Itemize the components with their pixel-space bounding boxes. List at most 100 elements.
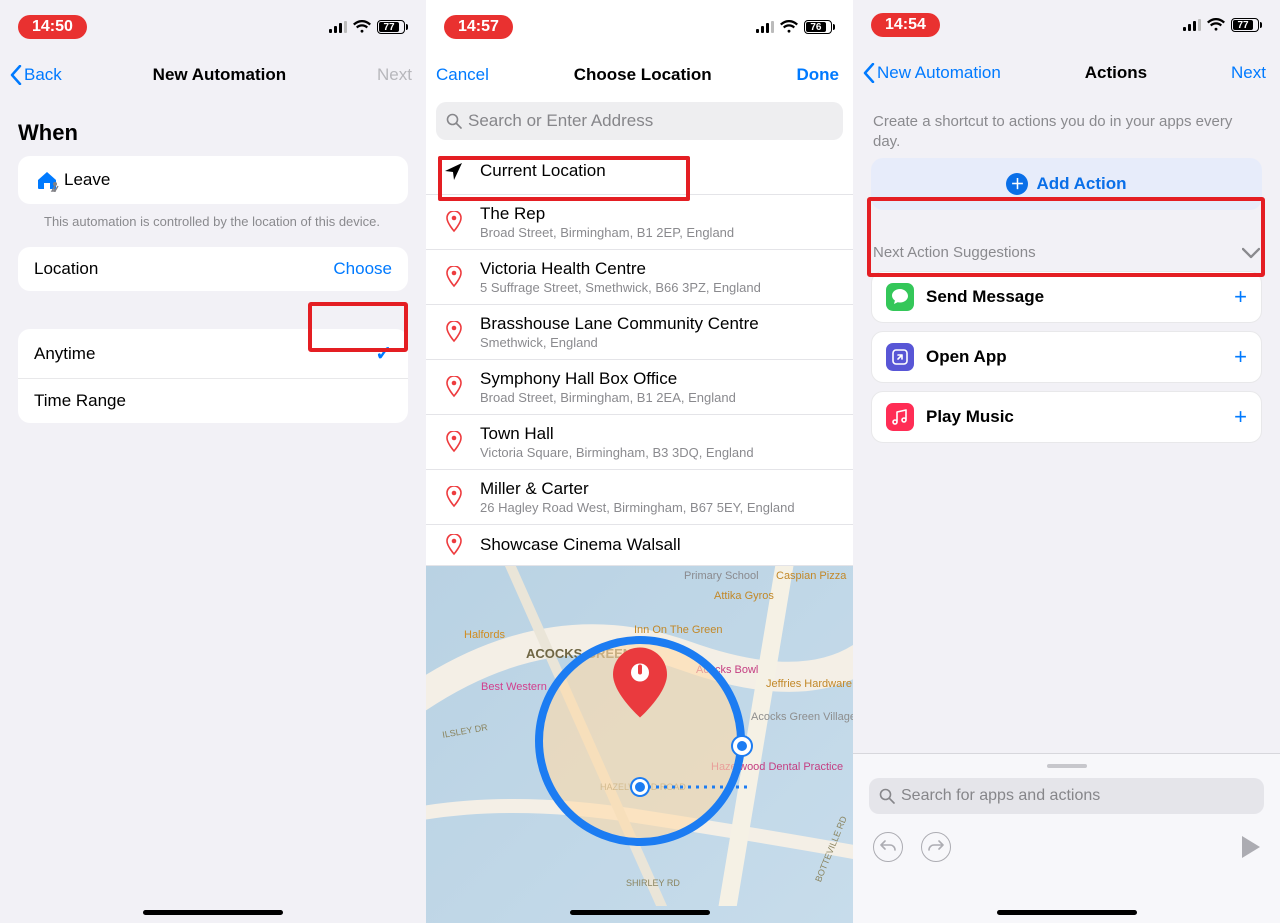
status-right: 77 [329, 20, 408, 34]
wifi-icon [780, 20, 798, 34]
suggestions-header[interactable]: Next Action Suggestions [871, 210, 1262, 271]
undo-button[interactable] [873, 832, 903, 862]
map-poi-bid: Acocks Green Village Bid [751, 711, 853, 723]
map-poi-gyros: Attika Gyros [714, 590, 774, 602]
map-pin-icon [612, 648, 668, 725]
geofence[interactable] [535, 636, 745, 846]
description-text: Create a shortcut to actions you do in y… [871, 94, 1262, 159]
wifi-icon [1207, 18, 1225, 32]
location-row[interactable]: Town Hall Victoria Square, Birmingham, B… [426, 415, 853, 470]
timerange-label: Time Range [34, 391, 392, 411]
add-suggestion-button[interactable]: + [1234, 346, 1247, 368]
add-suggestion-button[interactable]: + [1234, 406, 1247, 428]
anytime-row[interactable]: Anytime ✓ [18, 329, 408, 379]
play-icon [1242, 836, 1260, 858]
suggestion-row[interactable]: Send Message + [871, 271, 1262, 323]
suggestion-row[interactable]: Play Music + [871, 391, 1262, 443]
home-indicator [997, 910, 1137, 915]
add-action-button[interactable]: ＋ Add Action [871, 158, 1262, 210]
navbar: Back New Automation Next [0, 46, 426, 102]
map-poi-primary: Primary School [684, 570, 759, 582]
location-card: Location Choose [18, 247, 408, 291]
choose-button[interactable]: Choose [333, 259, 392, 279]
suggestion-icon [886, 283, 914, 311]
status-right: 76 [756, 20, 835, 34]
location-row[interactable]: Symphony Hall Box Office Broad Street, B… [426, 360, 853, 415]
location-row[interactable]: Brasshouse Lane Community Centre Smethwi… [426, 305, 853, 360]
location-list: Current Location The Rep Broad Street, B… [426, 148, 853, 566]
location-name: Showcase Cinema Walsall [480, 535, 839, 555]
home-indicator [570, 910, 710, 915]
when-card: Leave [18, 156, 408, 204]
chevron-left-icon [863, 63, 875, 83]
status-bar: 14:50 77 [0, 0, 426, 46]
location-name: The Rep [480, 204, 839, 224]
nav-title: New Automation [153, 65, 286, 85]
leave-label: Leave [64, 170, 392, 190]
nav-next[interactable]: Next [1231, 63, 1266, 83]
check-icon: ✓ [375, 341, 392, 366]
suggestion-row[interactable]: Open App + [871, 331, 1262, 383]
map-poi-caspian: Caspian Pizza [776, 570, 846, 582]
grabber[interactable] [1047, 764, 1087, 768]
location-name: Victoria Health Centre [480, 259, 839, 279]
location-name: Symphony Hall Box Office [480, 369, 839, 389]
current-location-dot [632, 779, 648, 795]
pin-icon [442, 431, 466, 453]
status-bar: 14:54 77 [853, 0, 1280, 42]
wifi-icon [353, 20, 371, 34]
location-row[interactable]: Miller & Carter 26 Hagley Road West, Bir… [426, 470, 853, 525]
location-address: Broad Street, Birmingham, B1 2EA, Englan… [480, 390, 839, 405]
status-bar: 14:57 76 [426, 0, 853, 46]
battery-level: 77 [383, 22, 394, 33]
status-right: 77 [1183, 18, 1262, 32]
add-action-label: Add Action [1036, 174, 1126, 194]
timerange-row[interactable]: Time Range [18, 379, 408, 423]
search-icon [446, 113, 462, 129]
map[interactable]: ACOCKS GREEN Best Western Halfords Inn O… [426, 566, 853, 923]
location-row[interactable]: Showcase Cinema Walsall [426, 525, 853, 566]
redo-button[interactable] [921, 832, 951, 862]
location-address: 26 Hagley Road West, Birmingham, B67 5EY… [480, 500, 839, 515]
location-name: Town Hall [480, 424, 839, 444]
nav-cancel[interactable]: Cancel [436, 65, 489, 85]
section-when-header: When [18, 120, 408, 146]
location-row[interactable]: Victoria Health Centre 5 Suffrage Street… [426, 250, 853, 305]
location-name: Miller & Carter [480, 479, 839, 499]
dock-search-input[interactable]: Search for apps and actions [869, 778, 1264, 814]
suggestion-icon [886, 343, 914, 371]
nav-back[interactable]: Back [10, 65, 62, 85]
search-placeholder: Search or Enter Address [468, 111, 653, 131]
battery-icon: 76 [804, 20, 835, 34]
time-card: Anytime ✓ Time Range [18, 329, 408, 423]
anytime-label: Anytime [34, 344, 375, 364]
nav-done[interactable]: Done [796, 65, 839, 85]
suggestion-label: Play Music [926, 407, 1222, 427]
geofence-radius-handle[interactable] [733, 737, 751, 755]
add-suggestion-button[interactable]: + [1234, 286, 1247, 308]
nav-next: Next [377, 65, 412, 85]
map-poi-inn: Inn On The Green [634, 624, 722, 636]
time-pill: 14:50 [18, 15, 87, 39]
run-button[interactable] [1242, 836, 1260, 858]
pin-icon [442, 321, 466, 343]
suggestion-icon [886, 403, 914, 431]
battery-icon: 77 [377, 20, 408, 34]
chevron-left-icon [10, 65, 22, 85]
pin-icon [442, 266, 466, 288]
battery-icon: 77 [1231, 18, 1262, 32]
nav-back[interactable]: New Automation [863, 63, 1001, 83]
time-pill: 14:54 [871, 13, 940, 37]
location-row[interactable]: The Rep Broad Street, Birmingham, B1 2EP… [426, 195, 853, 250]
battery-level: 77 [1237, 20, 1248, 31]
search-input[interactable]: Search or Enter Address [436, 102, 843, 140]
suggestions-header-label: Next Action Suggestions [873, 244, 1036, 261]
nav-title: Actions [1085, 63, 1147, 83]
battery-level: 76 [810, 22, 821, 33]
nav-title: Choose Location [574, 65, 712, 85]
location-address: 5 Suffrage Street, Smethwick, B66 3PZ, E… [480, 280, 839, 295]
chevron-down-icon [1242, 247, 1260, 259]
location-label: Location [34, 259, 333, 279]
current-location-row[interactable]: Current Location [426, 148, 853, 195]
bottom-dock: Search for apps and actions [853, 753, 1280, 923]
